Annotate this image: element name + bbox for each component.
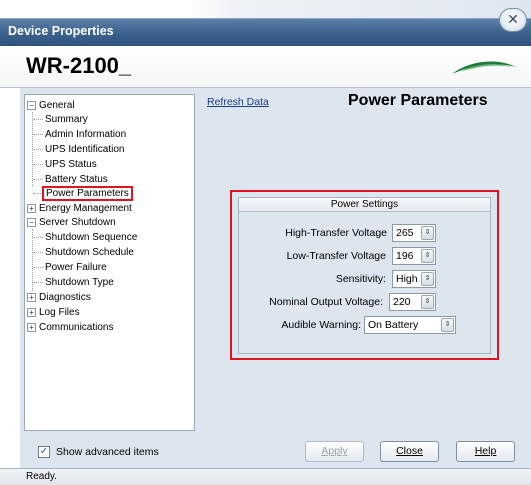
collapse-icon[interactable]: −	[27, 217, 36, 227]
tree-item-battery-status[interactable]: Battery Status	[33, 173, 108, 186]
spinner-icon[interactable]: ⇕	[421, 295, 434, 309]
low-transfer-row: Low-Transfer Voltage 196 ⇕	[239, 247, 492, 267]
sensitivity-label: Sensitivity:	[335, 273, 386, 285]
power-settings-highlight: Power Settings High-Transfer Voltage 265…	[230, 190, 499, 360]
tree-item-energy-management[interactable]: + Energy Management	[27, 202, 132, 215]
tree-item-diagnostics[interactable]: + Diagnostics	[27, 291, 91, 304]
tree-item-shutdown-type[interactable]: Shutdown Type	[33, 276, 114, 289]
audible-warning-label: Audible Warning:	[281, 319, 361, 331]
spinner-icon[interactable]: ⇕	[421, 272, 434, 286]
apply-button[interactable]: Apply	[305, 441, 364, 462]
refresh-data-link[interactable]: Refresh Data	[207, 96, 269, 108]
content-pane: Refresh Data Power Parameters Power Sett…	[200, 88, 531, 436]
main-area: − General Summary Admin Information UPS I…	[20, 88, 531, 468]
low-transfer-label: Low-Transfer Voltage	[286, 250, 386, 262]
page-title: Power Parameters	[348, 92, 488, 109]
sensitivity-row: Sensitivity: High ⇕	[239, 270, 492, 290]
spinner-icon[interactable]: ⇕	[421, 249, 434, 263]
expand-icon[interactable]: +	[27, 203, 36, 213]
show-advanced-toggle[interactable]: ✓ Show advanced items	[38, 446, 159, 459]
title-bar: Device Properties ✕	[0, 0, 531, 46]
tree-item-power-parameters[interactable]: Power Parameters	[33, 186, 133, 201]
sensitivity-select[interactable]: High ⇕	[392, 270, 436, 288]
close-button[interactable]: Close	[380, 441, 439, 462]
expand-icon[interactable]: +	[27, 292, 36, 302]
tree-item-ups-identification[interactable]: UPS Identification	[33, 143, 125, 156]
audible-warning-select[interactable]: On Battery ⇕	[364, 316, 456, 334]
high-transfer-row: High-Transfer Voltage 265 ⇕	[239, 224, 492, 244]
collapse-icon[interactable]: −	[27, 100, 36, 110]
nav-tree: − General Summary Admin Information UPS I…	[24, 94, 195, 431]
nominal-output-label: Nominal Output Voltage:	[269, 296, 383, 308]
brand-swoosh-icon	[452, 61, 516, 74]
tree-item-shutdown-schedule[interactable]: Shutdown Schedule	[33, 246, 134, 259]
device-name: WR-2100_	[26, 53, 132, 78]
help-button[interactable]: Help	[456, 441, 515, 462]
tree-item-ups-status[interactable]: UPS Status	[33, 158, 97, 171]
high-transfer-select[interactable]: 265 ⇕	[392, 224, 436, 242]
high-transfer-label: High-Transfer Voltage	[285, 227, 387, 239]
low-transfer-select[interactable]: 196 ⇕	[392, 247, 436, 265]
close-icon[interactable]: ✕	[499, 8, 527, 32]
power-settings-panel: Power Settings High-Transfer Voltage 265…	[238, 197, 491, 354]
device-header: WR-2100_	[0, 46, 531, 88]
audible-warning-row: Audible Warning: On Battery ⇕	[239, 316, 492, 336]
tree-item-admin-information[interactable]: Admin Information	[33, 128, 126, 141]
status-text: Ready.	[26, 471, 57, 482]
tree-item-shutdown-sequence[interactable]: Shutdown Sequence	[33, 231, 137, 244]
title-top-strip	[0, 0, 531, 18]
tree-item-summary[interactable]: Summary	[33, 113, 88, 126]
expand-icon[interactable]: +	[27, 322, 36, 332]
power-settings-title: Power Settings	[239, 198, 490, 212]
expand-icon[interactable]: +	[27, 307, 36, 317]
checkbox-checked-icon[interactable]: ✓	[38, 446, 50, 459]
nominal-output-row: Nominal Output Voltage: 220 ⇕	[239, 293, 492, 313]
spinner-icon[interactable]: ⇕	[441, 318, 454, 332]
nominal-output-select[interactable]: 220 ⇕	[389, 293, 436, 311]
window-title: Device Properties	[8, 24, 114, 38]
status-bar: Ready.	[0, 468, 531, 485]
tree-item-communications[interactable]: + Communications	[27, 321, 113, 334]
left-margin	[0, 88, 20, 485]
tree-item-power-failure[interactable]: Power Failure	[33, 261, 107, 274]
tree-item-server-shutdown[interactable]: − Server Shutdown	[27, 216, 116, 229]
tree-item-log-files[interactable]: + Log Files	[27, 306, 80, 319]
spinner-icon[interactable]: ⇕	[421, 226, 434, 240]
tree-item-general[interactable]: − General	[27, 99, 75, 112]
